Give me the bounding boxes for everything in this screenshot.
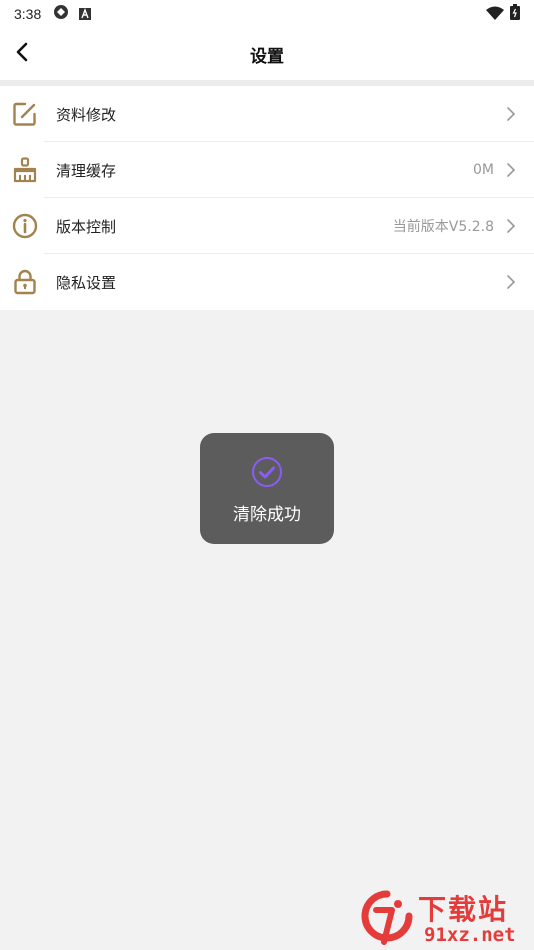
- settings-item-clear-cache[interactable]: 清理缓存 0M: [0, 142, 534, 198]
- watermark: 下载站 91xz.net: [358, 886, 530, 950]
- settings-list: 资料修改 清理缓存 0M 版本控制 当前版本V5.2.8 隐私设置: [0, 86, 534, 310]
- status-bar: 3:38: [0, 0, 534, 28]
- toast-message: 清除成功: [233, 505, 301, 525]
- check-circle-icon: [251, 456, 283, 488]
- a-badge-icon: [79, 5, 92, 24]
- sync-icon: [53, 4, 69, 24]
- page-title: 设置: [250, 46, 284, 67]
- settings-item-label: 版本控制: [56, 217, 117, 236]
- chevron-right-icon: [504, 274, 518, 290]
- settings-item-privacy[interactable]: 隐私设置: [0, 254, 534, 310]
- settings-item-label: 隐私设置: [56, 273, 117, 292]
- settings-item-label: 清理缓存: [56, 161, 117, 180]
- status-icons-right: [486, 4, 520, 24]
- status-icons-left: [53, 4, 92, 24]
- chevron-right-icon: [504, 106, 518, 122]
- back-button[interactable]: [6, 38, 38, 70]
- chevron-right-icon: [504, 162, 518, 178]
- lock-icon: [12, 269, 38, 295]
- watermark-text-bottom: 91xz.net: [424, 924, 516, 946]
- settings-item-profile-edit[interactable]: 资料修改: [0, 86, 534, 142]
- brush-icon: [12, 157, 38, 183]
- settings-item-value: 当前版本V5.2.8: [392, 219, 494, 235]
- chevron-right-icon: [504, 218, 518, 234]
- settings-item-label: 资料修改: [56, 105, 117, 124]
- settings-item-value: 0M: [473, 162, 494, 178]
- wifi-icon: [486, 5, 504, 24]
- watermark-logo: [361, 890, 413, 945]
- settings-item-version[interactable]: 版本控制 当前版本V5.2.8: [0, 198, 534, 254]
- toast: 清除成功: [200, 433, 334, 544]
- chevron-left-icon: [15, 42, 29, 66]
- battery-icon: [510, 4, 520, 24]
- edit-icon: [12, 101, 38, 127]
- info-icon: [12, 213, 38, 239]
- app-header: 设置: [0, 28, 534, 80]
- status-time: 3:38: [14, 6, 42, 22]
- watermark-text-top: 下载站: [418, 893, 509, 926]
